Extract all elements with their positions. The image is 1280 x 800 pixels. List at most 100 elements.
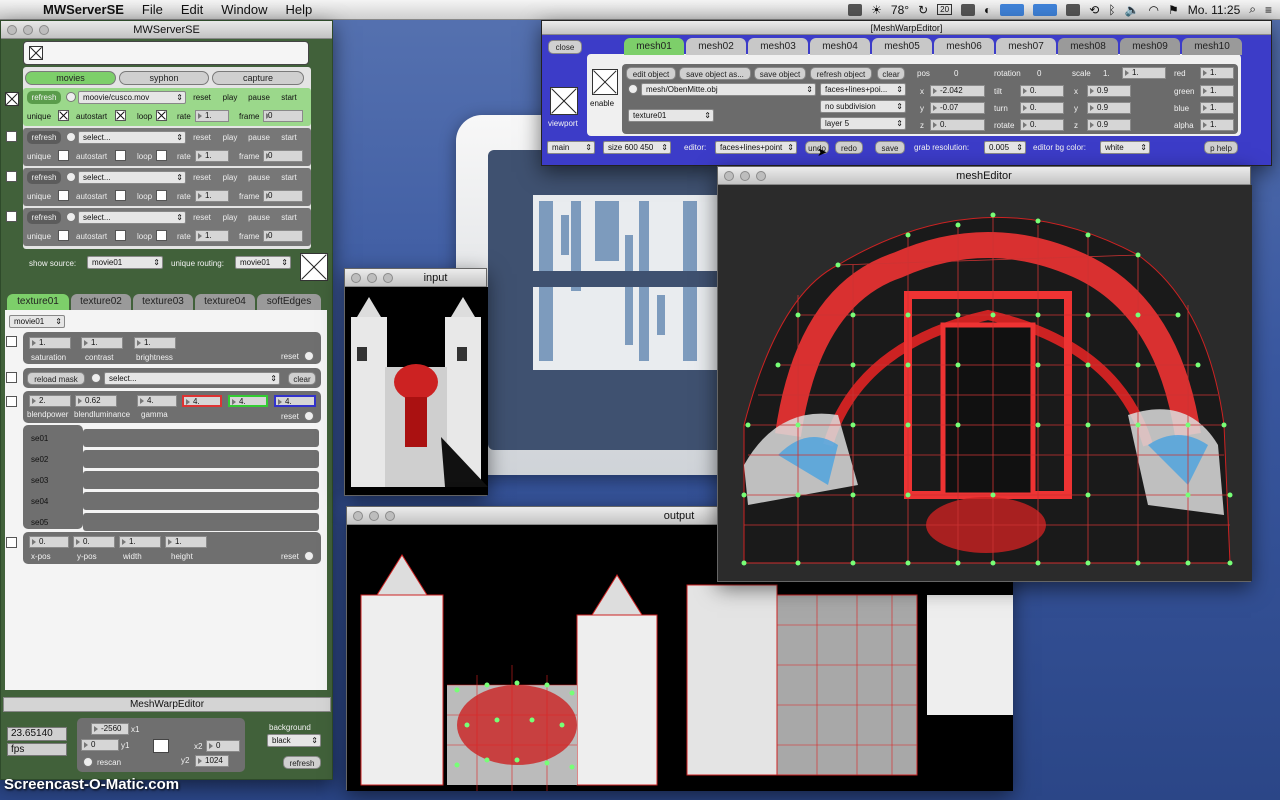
softedge-slot[interactable] bbox=[83, 513, 319, 531]
tab-syphon[interactable]: syphon bbox=[119, 71, 209, 85]
size-select[interactable]: size 600 450 bbox=[603, 141, 671, 154]
gamma-field[interactable]: 4. bbox=[137, 395, 177, 407]
blue-tray-icon[interactable] bbox=[1033, 3, 1058, 16]
row-radio[interactable] bbox=[66, 212, 76, 222]
tab-texture02[interactable]: texture02 bbox=[71, 294, 131, 310]
row-radio[interactable] bbox=[66, 172, 76, 182]
close-icon[interactable] bbox=[351, 273, 361, 283]
row-start-button[interactable]: start bbox=[275, 211, 303, 224]
row-play-button[interactable]: play bbox=[217, 91, 243, 104]
red-field[interactable]: 1. bbox=[1200, 67, 1234, 79]
tab-texture01[interactable]: texture01 bbox=[7, 294, 69, 310]
tab-softedges[interactable]: softEdges bbox=[257, 294, 321, 310]
autostart-checkbox[interactable] bbox=[115, 230, 126, 241]
tab-texture03[interactable]: texture03 bbox=[133, 294, 193, 310]
unique-routing-select[interactable]: movie01 bbox=[235, 256, 291, 269]
blend-checkbox[interactable] bbox=[6, 396, 17, 407]
edit-object-button[interactable]: edit object bbox=[626, 67, 676, 80]
autostart-checkbox[interactable] bbox=[115, 110, 126, 121]
editor-mode-select[interactable]: faces+lines+point bbox=[715, 141, 797, 154]
row-refresh-button[interactable]: refresh bbox=[27, 171, 61, 184]
preview-toggle[interactable] bbox=[29, 46, 43, 60]
row-radio[interactable] bbox=[66, 132, 76, 142]
row-start-button[interactable]: start bbox=[275, 91, 303, 104]
row-refresh-button[interactable]: refresh bbox=[27, 211, 61, 224]
tab-mesh05[interactable]: mesh05 bbox=[872, 38, 932, 55]
volume-icon[interactable]: 🔈 bbox=[1125, 3, 1140, 17]
tab-capture[interactable]: capture bbox=[212, 71, 304, 85]
row-start-button[interactable]: start bbox=[275, 171, 303, 184]
unique-checkbox[interactable] bbox=[58, 110, 69, 121]
mesh-file-radio[interactable] bbox=[628, 84, 638, 94]
frame-field[interactable]: 0 bbox=[263, 230, 303, 242]
blue-tray-icon[interactable] bbox=[1000, 3, 1025, 16]
loop-checkbox[interactable] bbox=[156, 150, 167, 161]
row-enable-checkbox[interactable] bbox=[6, 211, 17, 222]
tab-mesh06[interactable]: mesh06 bbox=[934, 38, 994, 55]
close-button[interactable]: close bbox=[548, 40, 582, 54]
row-play-button[interactable]: play bbox=[217, 211, 243, 224]
loop-checkbox[interactable] bbox=[156, 190, 167, 201]
rate-field[interactable]: 1. bbox=[195, 190, 229, 202]
weather-icon[interactable]: ☀ bbox=[871, 3, 882, 17]
bluetooth-icon[interactable]: ᛒ bbox=[1108, 3, 1115, 17]
viewport-toggle[interactable] bbox=[550, 87, 578, 115]
autostart-checkbox[interactable] bbox=[115, 150, 126, 161]
x2-field[interactable]: 0 bbox=[206, 740, 240, 752]
save-object-button[interactable]: save object bbox=[754, 67, 806, 80]
scale-x-field[interactable]: 0.9 bbox=[1087, 85, 1131, 97]
rate-field[interactable]: 1. bbox=[195, 230, 229, 242]
rotate-field[interactable]: 0. bbox=[1020, 119, 1064, 131]
clock[interactable]: Mo. 11:25 bbox=[1188, 3, 1240, 17]
search-icon[interactable]: ⌕ bbox=[1249, 2, 1256, 17]
toggle-icon[interactable]: ◐ bbox=[984, 3, 991, 17]
row-pause-button[interactable]: pause bbox=[244, 211, 274, 224]
minimize-icon[interactable] bbox=[367, 273, 377, 283]
row-file-select[interactable]: select... bbox=[78, 131, 186, 144]
help-button[interactable]: p help bbox=[1204, 141, 1238, 154]
blendluminance-field[interactable]: 0.62 bbox=[75, 395, 117, 407]
refresh-object-button[interactable]: refresh object bbox=[810, 67, 872, 80]
time-machine-icon[interactable]: ⟲ bbox=[1089, 3, 1099, 17]
menu-edit[interactable]: Edit bbox=[172, 2, 212, 17]
pos-reset-button[interactable] bbox=[304, 551, 314, 561]
layer-select[interactable]: layer 5 bbox=[820, 117, 906, 130]
close-icon[interactable] bbox=[724, 171, 734, 181]
row-file-select[interactable]: select... bbox=[78, 171, 186, 184]
row-play-button[interactable]: play bbox=[217, 171, 243, 184]
softedge-slot[interactable] bbox=[83, 429, 319, 447]
tray-icon[interactable] bbox=[848, 3, 863, 16]
redo-button[interactable]: redo bbox=[835, 141, 863, 154]
render-mode-select[interactable]: faces+lines+poi... bbox=[820, 83, 906, 96]
reload-mask-button[interactable]: reload mask bbox=[27, 372, 85, 385]
scale-field[interactable]: 1. bbox=[1122, 67, 1166, 79]
scale-y-field[interactable]: 0.9 bbox=[1087, 102, 1131, 114]
save-object-as-button[interactable]: save object as... bbox=[679, 67, 751, 80]
show-source-select[interactable]: movie01 bbox=[87, 256, 163, 269]
bg-color-select[interactable]: white bbox=[1100, 141, 1150, 154]
row-reset-button[interactable]: reset bbox=[189, 91, 215, 104]
save-button[interactable]: save bbox=[875, 141, 905, 154]
brightness-field[interactable]: 1. bbox=[134, 337, 176, 349]
rescan-button[interactable] bbox=[83, 757, 93, 767]
frame-field[interactable]: 0 bbox=[263, 190, 303, 202]
blue-field[interactable]: 1. bbox=[1200, 102, 1234, 114]
rate-field[interactable]: 1. bbox=[195, 150, 229, 162]
row-reset-button[interactable]: reset bbox=[189, 131, 215, 144]
tab-mesh08[interactable]: mesh08 bbox=[1058, 38, 1118, 55]
zoom-icon[interactable] bbox=[383, 273, 393, 283]
tab-movies[interactable]: movies bbox=[25, 71, 116, 85]
gamma-red-field[interactable]: 4. bbox=[182, 395, 222, 407]
scale-z-field[interactable]: 0.9 bbox=[1087, 119, 1131, 131]
adjust-reset-button[interactable] bbox=[304, 351, 314, 361]
blend-reset-button[interactable] bbox=[304, 411, 314, 421]
adjust-checkbox[interactable] bbox=[6, 336, 17, 347]
minimize-icon[interactable] bbox=[369, 511, 379, 521]
texture-movie-select[interactable]: movie01 bbox=[9, 315, 65, 328]
refresh-button[interactable]: refresh bbox=[283, 756, 321, 769]
unique-checkbox[interactable] bbox=[58, 190, 69, 201]
row-file-select[interactable]: moovie/cusco.mov bbox=[78, 91, 186, 104]
autostart-checkbox[interactable] bbox=[115, 190, 126, 201]
saturation-field[interactable]: 1. bbox=[29, 337, 71, 349]
close-icon[interactable] bbox=[7, 25, 17, 35]
